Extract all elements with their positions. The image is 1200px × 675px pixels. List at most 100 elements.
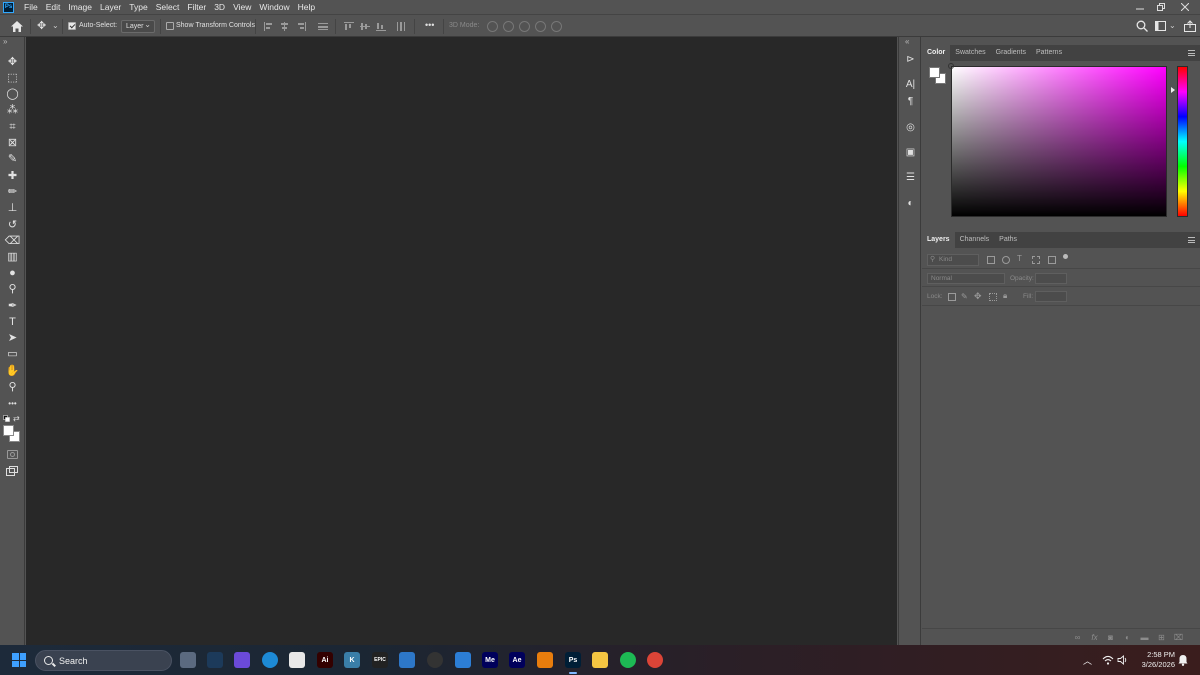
notifications-bell-icon[interactable] xyxy=(1178,654,1188,666)
3d-pan-icon[interactable] xyxy=(519,21,530,32)
gradient-tool[interactable]: ▥ xyxy=(5,251,20,264)
menu-view[interactable]: View xyxy=(229,0,255,14)
home-icon[interactable] xyxy=(10,20,24,33)
after-effects-icon[interactable]: Ae xyxy=(509,652,525,668)
lock-artboard-icon[interactable] xyxy=(989,293,997,301)
learn-panel-icon[interactable]: ◎ xyxy=(904,121,917,134)
menu-window[interactable]: Window xyxy=(255,0,293,14)
properties-panel-icon[interactable]: ☰ xyxy=(904,171,917,184)
workspace-chevron-icon[interactable]: ⌄ xyxy=(1169,21,1176,30)
auto-select-checkbox[interactable] xyxy=(68,22,76,30)
hue-slider[interactable] xyxy=(1177,66,1188,217)
layers-list[interactable] xyxy=(922,307,1200,627)
share-icon[interactable] xyxy=(1184,20,1196,32)
wifi-icon[interactable] xyxy=(1102,655,1114,665)
history-panel-icon[interactable]: ⊳ xyxy=(904,53,917,66)
align-bottom-icon[interactable] xyxy=(376,22,386,31)
character-panel-icon[interactable]: A| xyxy=(904,78,917,91)
photoshop-logo-icon[interactable]: Ps xyxy=(3,1,14,13)
edit-toolbar[interactable]: ••• xyxy=(5,397,20,410)
link-icon[interactable]: ∞ xyxy=(1073,633,1082,642)
screen-mode-icon[interactable] xyxy=(6,466,18,476)
more-options-icon[interactable]: ••• xyxy=(425,20,434,30)
menu-image[interactable]: Image xyxy=(64,0,96,14)
task-view-icon[interactable] xyxy=(180,652,196,668)
volume-icon[interactable] xyxy=(1117,655,1128,665)
photoshop-icon[interactable]: Ps xyxy=(565,652,581,668)
file-explorer-icon[interactable] xyxy=(592,652,608,668)
document-canvas-area[interactable] xyxy=(26,37,897,645)
tab-layers[interactable]: Layers xyxy=(922,232,955,248)
color-panel-menu-icon[interactable] xyxy=(1188,50,1195,56)
lasso-tool[interactable]: ◯ xyxy=(5,88,20,101)
tab-swatches[interactable]: Swatches xyxy=(950,45,990,61)
foreground-color-swatch[interactable] xyxy=(3,425,14,436)
mask-icon[interactable]: ◙ xyxy=(1106,633,1115,642)
lock-position-icon[interactable]: ✥ xyxy=(974,291,982,302)
adjustments-panel-icon[interactable]: ◐ xyxy=(904,197,917,210)
menu-layer[interactable]: Layer xyxy=(96,0,125,14)
filter-smart-object-icon[interactable] xyxy=(1048,256,1056,264)
type-tool[interactable]: T xyxy=(5,316,20,329)
illustrator-icon[interactable]: Ai xyxy=(317,652,333,668)
eyedropper-tool[interactable]: ✎ xyxy=(5,153,20,166)
filter-pixel-icon[interactable] xyxy=(987,256,995,264)
crop-tool[interactable]: ⌗ xyxy=(5,121,20,134)
brush-tool[interactable]: ✏ xyxy=(5,186,20,199)
align-top-icon[interactable] xyxy=(344,22,354,31)
obs-icon[interactable] xyxy=(427,652,443,668)
toolbar-collapse-icon[interactable]: » xyxy=(3,37,7,46)
swap-colors-icon[interactable]: ⇄ xyxy=(13,414,20,423)
lock-all-icon[interactable]: 🔒︎ xyxy=(1003,291,1007,301)
align-right-icon[interactable] xyxy=(296,22,306,31)
menu-help[interactable]: Help xyxy=(294,0,319,14)
search-icon[interactable] xyxy=(1136,20,1148,32)
path-selection-tool[interactable]: ➤ xyxy=(5,332,20,345)
hand-tool[interactable]: ✋ xyxy=(5,365,20,378)
taskbar-clock[interactable]: 2:58 PM 3/26/2026 xyxy=(1135,650,1175,670)
auto-select-target-dropdown[interactable]: Layer xyxy=(121,19,155,33)
window-app-icon[interactable] xyxy=(399,652,415,668)
spotify-icon[interactable] xyxy=(620,652,636,668)
opacity-input[interactable] xyxy=(1035,273,1067,284)
healing-brush-tool[interactable]: ✚ xyxy=(5,170,20,183)
hue-slider-marker[interactable] xyxy=(1171,87,1175,93)
saturation-brightness-field[interactable] xyxy=(951,66,1167,217)
rectangle-tool[interactable]: ▭ xyxy=(5,348,20,361)
default-colors-icon[interactable] xyxy=(3,415,10,422)
quick-mask-icon[interactable] xyxy=(7,450,18,459)
game-controller-icon[interactable] xyxy=(234,652,250,668)
show-transform-checkbox[interactable] xyxy=(166,22,174,30)
fill-input[interactable] xyxy=(1035,291,1067,302)
zoom-tool[interactable]: ⚲ xyxy=(5,381,20,394)
tab-patterns[interactable]: Patterns xyxy=(1031,45,1067,61)
3d-slide-icon[interactable] xyxy=(535,21,546,32)
minimize-icon[interactable] xyxy=(1129,0,1151,14)
adjustment-icon[interactable]: ◐ xyxy=(1123,633,1132,642)
menu-type[interactable]: Type xyxy=(125,0,151,14)
magic-wand-tool[interactable]: ⁂ xyxy=(5,104,20,117)
layer-filter-kind-dropdown[interactable]: ⚲ Kind xyxy=(927,254,979,266)
filter-adjustment-icon[interactable] xyxy=(1002,256,1010,264)
3d-scale-icon[interactable] xyxy=(551,21,562,32)
epic-games-icon[interactable]: EPIC xyxy=(372,652,388,668)
lock-transparent-pixels-icon[interactable] xyxy=(948,293,956,301)
tab-channels[interactable]: Channels xyxy=(955,232,995,248)
panels-collapse-icon[interactable]: « xyxy=(905,37,909,46)
blender-icon[interactable] xyxy=(537,652,553,668)
pen-tool[interactable]: ✒ xyxy=(5,300,20,313)
filter-type-icon[interactable]: T xyxy=(1017,254,1022,263)
frame-tool[interactable]: ⊠ xyxy=(5,137,20,150)
chevron-down-icon[interactable]: ⌄ xyxy=(52,21,59,30)
filter-shape-icon[interactable] xyxy=(1032,256,1040,264)
kaspersky-icon[interactable]: K xyxy=(344,652,360,668)
color-panel-foreground-swatch[interactable] xyxy=(929,67,940,78)
color-picker-marker[interactable] xyxy=(948,63,954,69)
menu-edit[interactable]: Edit xyxy=(42,0,65,14)
close-icon[interactable] xyxy=(1174,0,1196,14)
menu-3d[interactable]: 3D xyxy=(210,0,229,14)
menu-select[interactable]: Select xyxy=(152,0,184,14)
history-brush-tool[interactable]: ↺ xyxy=(5,219,20,232)
fx-icon[interactable]: fx xyxy=(1090,633,1099,642)
menu-filter[interactable]: Filter xyxy=(183,0,210,14)
